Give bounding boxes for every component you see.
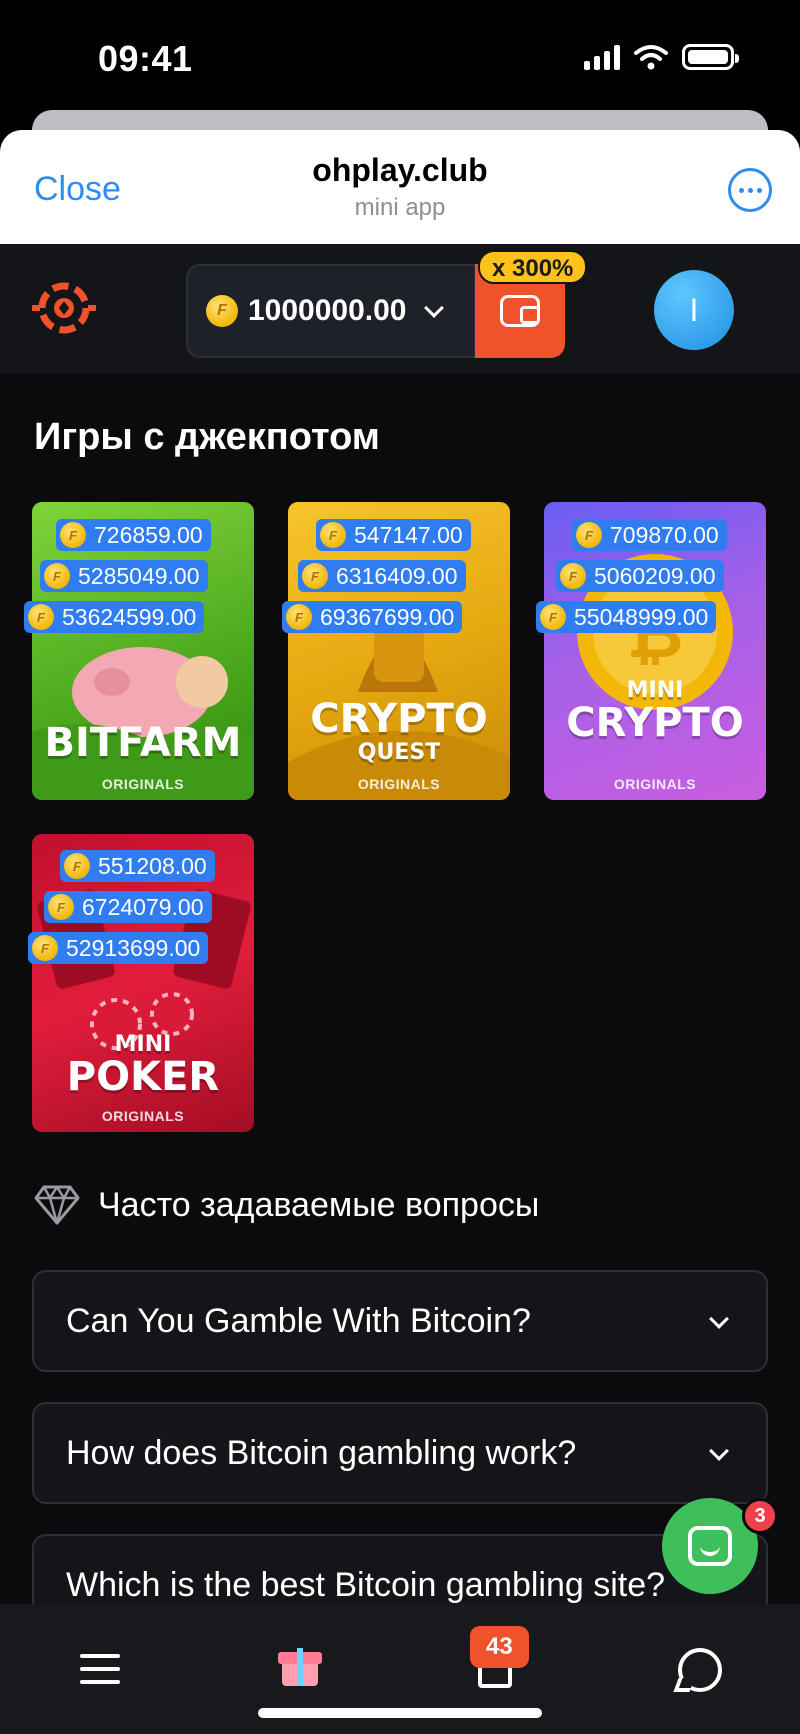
coin-icon: F	[64, 853, 90, 879]
faq-question: Which is the best Bitcoin gambling site?	[66, 1565, 666, 1604]
jackpot-mini-pill: F 551208.00	[60, 850, 215, 882]
chat-unread-badge: 3	[742, 1498, 778, 1534]
coin-icon: F	[60, 522, 86, 548]
gift-icon[interactable]	[278, 1644, 322, 1688]
game-tag: ORIGINALS	[101, 776, 185, 792]
game-title-line1: BITFARM	[44, 720, 242, 766]
jackpot-grand-pill: F 53624599.00	[24, 601, 205, 633]
jackpot-section-title: Игры с джекпотом	[34, 416, 380, 458]
balance-selector[interactable]: F 1000000.00	[186, 264, 476, 358]
home-indicator	[258, 1708, 542, 1718]
jackpot-mini-pill: F 726859.00	[56, 519, 211, 551]
chat-icon[interactable]	[678, 1648, 722, 1692]
app-title: ohplay.club	[312, 152, 488, 188]
coin-icon: F	[32, 935, 58, 961]
game-tag: ORIGINALS	[613, 776, 697, 792]
faq-question: Can You Gamble With Bitcoin?	[66, 1301, 531, 1340]
faq-question: How does Bitcoin gambling work?	[66, 1433, 577, 1472]
jackpot-major-pill: F 6724079.00	[44, 891, 212, 923]
diamond-icon	[34, 1185, 80, 1225]
coin-icon: F	[576, 522, 602, 548]
jackpot-grand-pill: F 55048999.00	[536, 601, 717, 633]
coin-icon: F	[540, 604, 566, 630]
faq-item[interactable]: Which is the best Bitcoin gambling site?	[32, 1534, 768, 1604]
jackpot-major-pill: F 5060209.00	[556, 560, 724, 592]
jackpot-mini-pill: F 709870.00	[572, 519, 727, 551]
ohplay-logo-icon[interactable]	[30, 274, 98, 342]
game-title-line2: CRYPTO	[566, 700, 744, 746]
game-tag: ORIGINALS	[101, 1108, 185, 1124]
game-title-line2: QUEST	[357, 740, 441, 765]
main-content: Игры с джекпотом BITFARM ORIGINALS CRYPT…	[0, 374, 800, 1604]
coin-icon: F	[28, 604, 54, 630]
user-avatar[interactable]: I	[654, 270, 734, 350]
status-time: 09:41	[98, 38, 193, 79]
notifications-badge: 43	[470, 1626, 529, 1668]
battery-icon	[682, 44, 739, 70]
jackpot-mini-pill: F 547147.00	[316, 519, 471, 551]
balance-amount: 1000000.00	[248, 294, 407, 327]
game-tag: ORIGINALS	[357, 776, 441, 792]
coin-icon: F	[286, 604, 312, 630]
jackpot-grand-pill: F 69367699.00	[282, 601, 463, 633]
faq-heading: Часто задаваемые вопросы	[34, 1184, 539, 1226]
coin-icon: F	[44, 563, 70, 589]
jackpot-major-pill: F 5285049.00	[40, 560, 208, 592]
coin-icon: F	[302, 563, 328, 589]
game-title-line1: CRYPTO	[310, 696, 488, 742]
deposit-bonus-badge: x 300%	[478, 250, 588, 284]
mini-app-header: Close ohplay.club mini app	[0, 130, 800, 244]
wifi-icon	[634, 45, 668, 70]
menu-icon[interactable]	[80, 1654, 120, 1684]
faq-item[interactable]: How does Bitcoin gambling work?	[32, 1402, 768, 1504]
coin-icon: F	[48, 894, 74, 920]
coin-icon: F	[320, 522, 346, 548]
status-icons	[584, 44, 739, 70]
faq-item[interactable]: Can You Gamble With Bitcoin?	[32, 1270, 768, 1372]
jackpot-major-pill: F 6316409.00	[298, 560, 466, 592]
chevron-down-icon	[709, 1441, 729, 1461]
coin-icon: F	[206, 295, 238, 327]
chevron-down-icon	[423, 298, 444, 318]
wallet-icon	[500, 295, 540, 327]
jackpot-grand-pill: F 52913699.00	[28, 932, 209, 964]
chat-bubble-icon	[688, 1526, 732, 1566]
app-subtitle: mini app	[354, 194, 446, 221]
chevron-down-icon	[709, 1309, 729, 1329]
more-options-button[interactable]	[728, 168, 772, 212]
ellipsis-icon	[738, 187, 744, 193]
status-bar: 09:41	[0, 0, 800, 110]
cellular-signal-icon	[584, 44, 620, 70]
game-title-line2: POKER	[66, 1054, 220, 1100]
coin-icon: F	[560, 563, 586, 589]
faq-title: Часто задаваемые вопросы	[98, 1185, 540, 1224]
casino-top-bar: F 1000000.00 x 300% I	[0, 244, 800, 374]
